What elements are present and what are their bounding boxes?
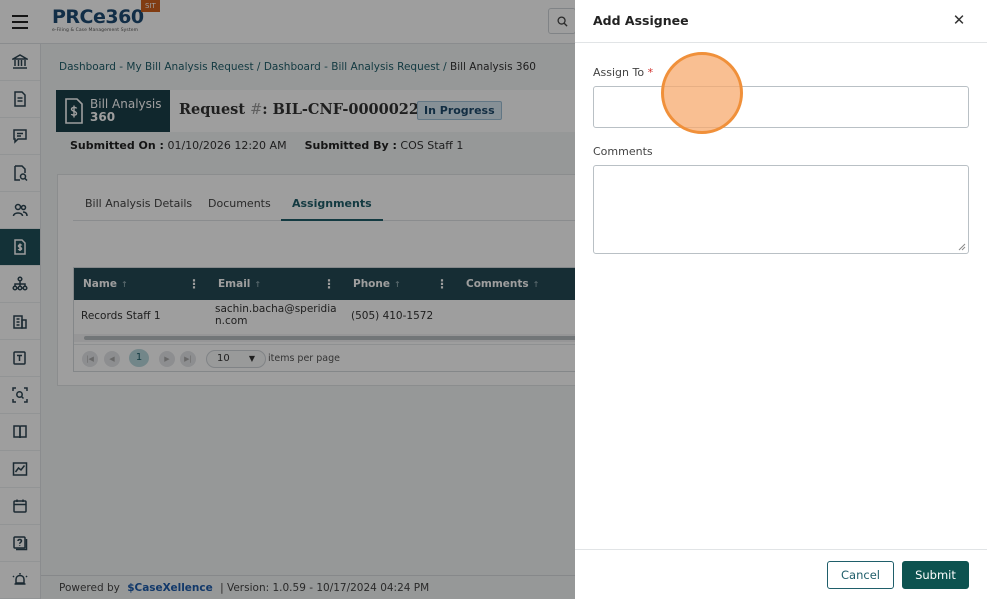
add-assignee-drawer: Add Assignee ✕ Assign To * Comments Canc… [575,0,987,599]
comments-label: Comments [593,145,653,158]
assign-to-label: Assign To * [593,66,653,79]
assign-to-input[interactable] [593,86,969,128]
required-marker: * [647,66,654,79]
assign-to-label-text: Assign To [593,66,645,79]
close-icon[interactable]: ✕ [951,12,967,28]
drawer-header: Add Assignee ✕ [575,0,987,43]
resize-handle-icon[interactable] [958,243,966,251]
comments-textarea[interactable] [593,165,969,254]
submit-button[interactable]: Submit [902,561,969,589]
click-indicator [661,52,743,134]
drawer-title: Add Assignee [593,13,689,28]
drawer-footer: Cancel Submit [575,549,987,599]
cancel-button[interactable]: Cancel [827,561,894,589]
